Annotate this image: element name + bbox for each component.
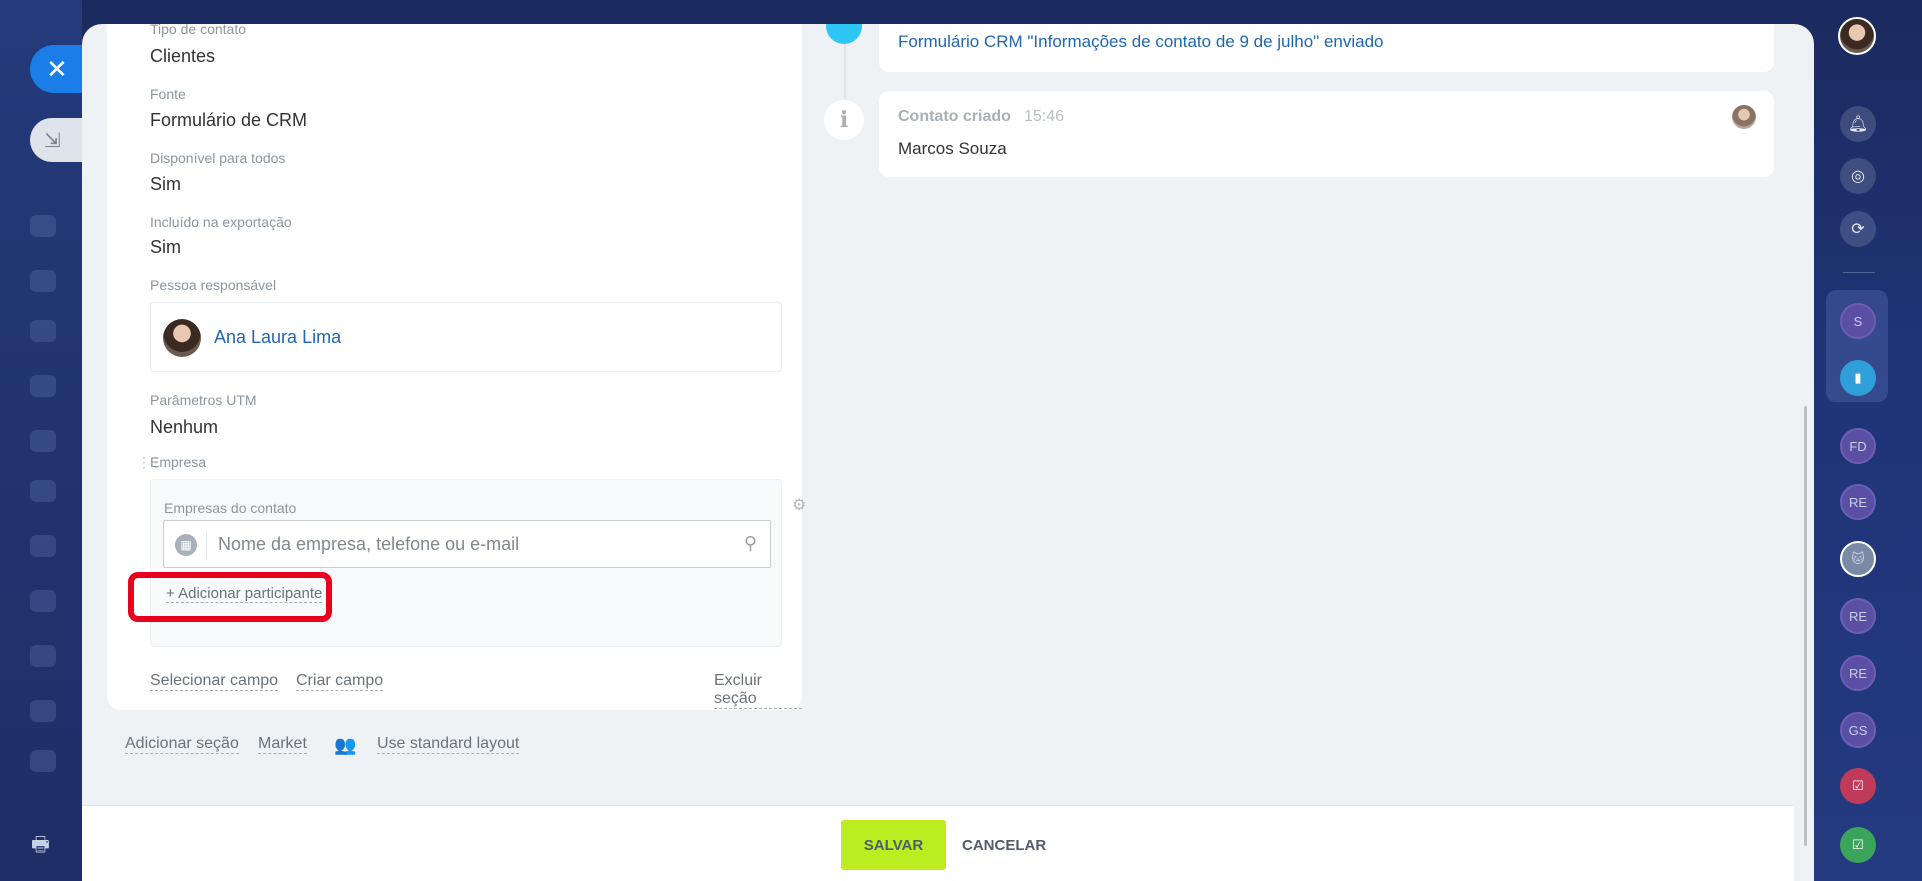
close-button[interactable]: ✕ xyxy=(30,45,82,93)
gear-icon[interactable]: ⚙ xyxy=(792,495,806,515)
field-label: Tipo de contato xyxy=(150,24,246,37)
background-blur xyxy=(30,480,56,502)
timeline-item: Contato criado 15:46 Marcos Souza xyxy=(879,91,1774,177)
timeline-dot xyxy=(826,24,862,44)
company-search-placeholder: Nome da empresa, telefone ou e-mail xyxy=(218,534,520,554)
minimize-icon: ⇲ xyxy=(44,129,61,152)
sync-icon[interactable]: ⟳ xyxy=(1840,211,1876,247)
background-blur xyxy=(30,750,56,772)
task-check-icon[interactable]: ☑ xyxy=(1840,827,1876,863)
footer-bar: SALVAR CANCELAR xyxy=(82,805,1794,881)
background-blur xyxy=(30,430,56,452)
background-blur xyxy=(30,590,56,612)
task-icon[interactable]: ☑ xyxy=(1840,768,1876,804)
field-label: Parâmetros UTM xyxy=(150,392,257,408)
responsible-person-link[interactable]: Ana Laura Lima xyxy=(214,327,341,348)
print-icon[interactable]: 🖶 xyxy=(31,830,53,856)
company-search-input[interactable]: ▦ Nome da empresa, telefone ou e-mail ⚲ xyxy=(163,520,771,568)
add-section-link[interactable]: Adicionar seção xyxy=(125,735,239,754)
bell-icon[interactable]: 🔔︎ xyxy=(1840,106,1876,142)
save-button[interactable]: SALVAR xyxy=(841,820,946,870)
chat-avatar[interactable]: GS xyxy=(1840,712,1876,748)
company-icon: ▦ xyxy=(175,534,197,556)
standard-layout-link[interactable]: Use standard layout xyxy=(377,735,520,754)
select-field-link[interactable]: Selecionar campo xyxy=(150,672,279,691)
users-icon: 👥 xyxy=(334,735,357,755)
field-value: Sim xyxy=(150,174,181,194)
background-blur xyxy=(30,320,56,342)
create-field-link[interactable]: Criar campo xyxy=(296,672,384,691)
delete-section-link[interactable]: Excluir seção xyxy=(714,672,802,709)
timeline-item-time: 15:46 xyxy=(1024,108,1065,125)
background-blur xyxy=(30,645,56,667)
background-blur xyxy=(30,215,56,237)
field-label: Incluído na exportação xyxy=(150,214,292,230)
background-blur xyxy=(30,270,56,292)
scrollbar[interactable] xyxy=(1804,406,1807,846)
chat-avatar[interactable]: RE xyxy=(1840,655,1876,691)
avatar[interactable] xyxy=(1732,105,1756,129)
field-value: Sim xyxy=(150,237,181,257)
field-value: Nenhum xyxy=(150,417,219,437)
field-label: Fonte xyxy=(150,86,186,102)
background-blur xyxy=(30,375,56,397)
crm-slider: Tipo de contato Clientes Fonte Formulári… xyxy=(82,24,1814,881)
close-icon: ✕ xyxy=(46,53,68,84)
cancel-button[interactable]: CANCELAR xyxy=(962,820,1046,870)
field-label: Pessoa responsável xyxy=(150,277,277,293)
avatar[interactable] xyxy=(163,319,201,357)
divider xyxy=(206,531,207,559)
responsible-person-box: Ana Laura Lima xyxy=(150,302,782,372)
chat-avatar[interactable]: S xyxy=(1840,303,1876,339)
market-link[interactable]: Market xyxy=(258,735,307,754)
target-icon[interactable]: ◎ xyxy=(1840,158,1876,194)
chat-avatar[interactable]: RE xyxy=(1840,484,1876,520)
field-value: Clientes xyxy=(150,46,216,66)
highlight-annotation xyxy=(128,572,332,622)
minimize-button[interactable]: ⇲ xyxy=(30,118,82,162)
chat-avatar-image[interactable]: 🐱︎ xyxy=(1840,541,1876,577)
background-blur xyxy=(30,535,56,557)
field-value: Formulário de CRM xyxy=(150,110,308,130)
info-icon: i xyxy=(824,100,864,140)
timeline-item-title: Contato criado xyxy=(898,108,1011,125)
divider xyxy=(1843,272,1875,273)
bookmark-icon[interactable]: ▮ xyxy=(1840,360,1876,396)
background-blur xyxy=(30,700,56,722)
form-sent-link[interactable]: Formulário CRM "Informações de contato d… xyxy=(898,32,1384,52)
search-icon[interactable]: ⚲ xyxy=(744,533,757,554)
field-label: Disponível para todos xyxy=(150,150,286,166)
user-avatar[interactable] xyxy=(1838,17,1876,55)
timeline-item: Formulário CRM "Informações de contato d… xyxy=(879,24,1774,72)
section-label: Empresa xyxy=(150,454,207,470)
company-field-label: Empresas do contato xyxy=(164,500,297,516)
timeline-item-contact: Marcos Souza xyxy=(898,139,1007,158)
chat-avatar[interactable]: FD xyxy=(1840,428,1876,464)
chat-avatar[interactable]: RE xyxy=(1840,598,1876,634)
